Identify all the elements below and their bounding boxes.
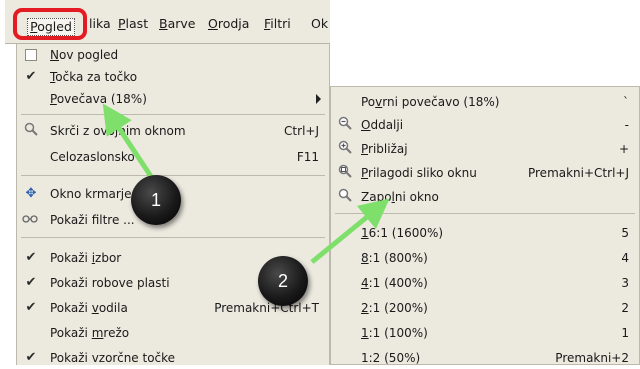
menu-item-zoom-100[interactable]: 1:1 (100%) 1 [331, 322, 639, 344]
menu-item-zoom-800[interactable]: 8:1 (800%) 4 [331, 247, 639, 269]
check-icon: ✔ [25, 300, 37, 315]
check-icon: ✔ [25, 250, 37, 265]
menu-item-celozaslonsko[interactable]: Celozaslonsko F11 [17, 146, 329, 168]
check-icon: ✔ [25, 275, 37, 290]
zoom-out-icon [337, 116, 353, 134]
menu-okna[interactable]: Ok [311, 16, 328, 32]
menu-item-zoom-200[interactable]: 2:1 (200%) 2 [331, 297, 639, 319]
menu-item-povrni-povecavo[interactable]: Povrni povečavo (18%) ` [331, 91, 639, 113]
menu-item-tocka-za-tocko[interactable]: ✔ Točka za točko [17, 66, 329, 88]
separator [335, 213, 635, 214]
separator [21, 175, 325, 176]
zoom-fill-icon [337, 188, 353, 206]
menu-item-povecava[interactable]: Povečava (18%) [17, 88, 329, 110]
menu-item-pokazi-vzorcne-tocke[interactable]: ✔ Pokaži vzorčne točke [17, 347, 329, 369]
zoom-in-icon [337, 140, 353, 158]
menu-item-priblizaj[interactable]: Približaj + [331, 138, 639, 160]
menu-item-pokazi-mrezo[interactable]: Pokaži mrežo [17, 322, 329, 344]
menu-item-zoom-1600[interactable]: 16:1 (1600%) 5 [331, 222, 639, 244]
separator [21, 114, 325, 115]
callout-one: 1 [131, 175, 181, 225]
glasses-icon [22, 211, 38, 229]
menu-slika[interactable]: lika [89, 16, 111, 32]
check-icon: ✔ [25, 69, 37, 84]
menu-filtri[interactable]: Filtri [264, 16, 291, 32]
menu-item-zoom-400[interactable]: 4:1 (400%) 3 [331, 272, 639, 294]
menu-item-nov-pogled[interactable]: Nov pogled [17, 44, 329, 66]
menu-item-zapolni-okno[interactable]: Zapolni okno [331, 186, 639, 208]
menu-item-skrci[interactable]: Skrči z ovojnim oknom Ctrl+J [17, 120, 329, 142]
zoom-submenu: Povrni povečavo (18%) ` Oddalji - Pribli… [330, 86, 640, 365]
menu-orodja[interactable]: Orodja [208, 16, 249, 32]
menu-item-zoom-50[interactable]: 1:2 (50%) Premakni+2 [331, 347, 639, 369]
menu-barve[interactable]: Barve [159, 16, 195, 32]
menu-item-oddalji[interactable]: Oddalji - [331, 114, 639, 136]
submenu-arrow-icon [316, 94, 321, 104]
check-icon: ✔ [25, 350, 37, 365]
callout-two: 2 [258, 256, 308, 306]
pogled-highlight: Pogled [13, 8, 87, 40]
menu-item-prilagodi-sliko-oknu[interactable]: Prilagodi sliko oknu Premakni+Ctrl+J [331, 162, 639, 184]
separator [21, 237, 325, 238]
magnifier-icon [23, 122, 39, 140]
menubar: Pogled lika Plast Barve Orodja Filtri Ok [5, 0, 330, 44]
checkbox-icon [25, 49, 37, 61]
menu-plast[interactable]: Plast [118, 16, 148, 32]
zoom-fit-icon [337, 164, 353, 182]
navigate-icon: ✥ [25, 186, 37, 201]
menu-pogled[interactable]: Pogled [27, 18, 75, 36]
